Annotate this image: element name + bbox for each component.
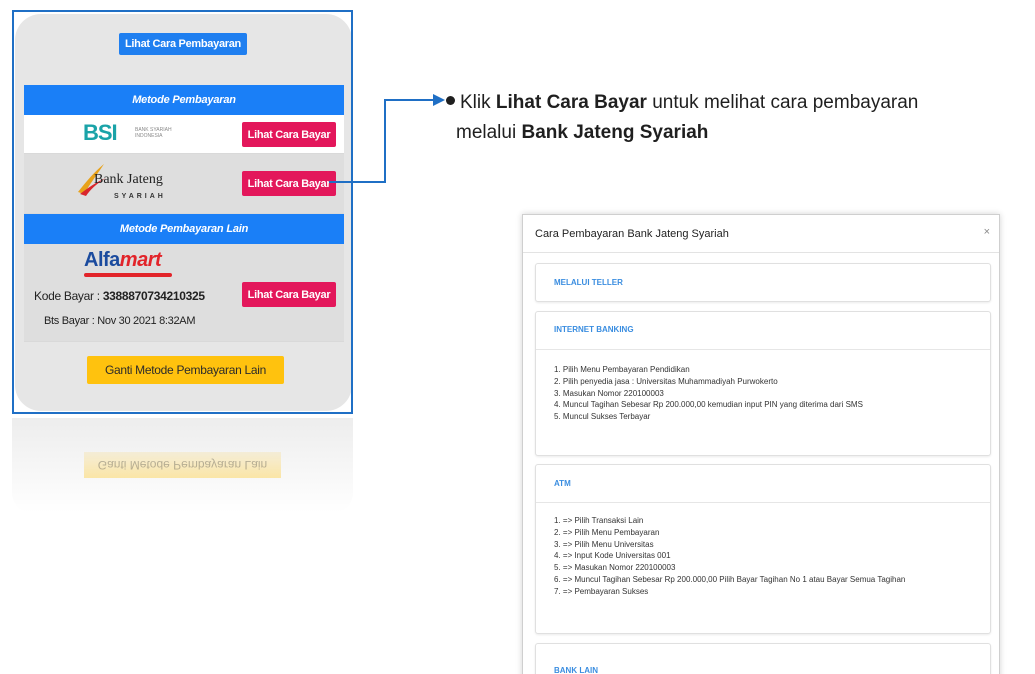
card-bank-lain[interactable]: BANK LAIN [535,643,991,674]
lihat-cara-bayar-jateng-button[interactable]: Lihat Cara Bayar [242,171,336,196]
step-item: 3. Masukan Nomor 220100003 [554,388,664,398]
bsi-logo-subtext: BANK SYARIAH INDONESIA [135,127,172,139]
step-item: 1. => Pilih Transaksi Lain [554,516,644,525]
modal-title: Cara Pembayaran Bank Jateng Syariah [535,228,729,240]
card-divider [536,349,990,350]
bank-jateng-logo: Bank Jateng SYARIAH [78,164,184,206]
alfamart-logo: Alfamart [84,249,184,277]
internet-banking-steps: 1. Pilih Menu Pembayaran Pendidikan 2. P… [554,364,863,423]
bank-jateng-logo-subtext: SYARIAH [114,193,166,200]
step-item: 4. => Input Kode Universitas 001 [554,551,671,561]
card-melalui-teller[interactable]: MELALUI TELLER [535,263,991,302]
payment-row-bsi: BSI BANK SYARIAH INDONESIA Lihat Cara Ba… [24,115,344,154]
payment-panel: Lihat Cara Pembayaran Metode Pembayaran … [15,14,351,411]
alfamart-logo-text: Alfamart [84,249,162,271]
payment-row-alfamart: Alfamart Kode Bayar : 3388870734210325 L… [24,244,344,342]
alfamart-logo-bar [84,273,172,277]
step-item: 2. Pilih penyedia jasa : Universitas Muh… [554,376,778,386]
batas-bayar: Bts Bayar : Nov 30 2021 8:32AM [44,315,196,327]
payment-panel-frame: Lihat Cara Pembayaran Metode Pembayaran … [12,10,353,414]
ganti-metode-button[interactable]: Ganti Metode Pembayaran Lain [87,356,284,384]
kode-bayar: Kode Bayar : 3388870734210325 [34,289,205,303]
connector-line [329,181,385,183]
reflection-button: Ganti Metode Pembayaran Lain [84,452,281,478]
instruction-text: Klik Lihat Cara Bayar untuk melihat cara… [456,92,919,143]
step-item: 5. => Masukan Nomor 220100003 [554,563,676,573]
panel-reflection: Ganti Metode Pembayaran Lain [12,418,353,513]
close-icon[interactable]: × [984,226,990,238]
card-title: MELALUI TELLER [554,278,623,287]
section-metode-pembayaran-lain: Metode Pembayaran Lain [24,214,344,244]
card-atm[interactable]: ATM 1. => Pilih Transaksi Lain 2. => Pil… [535,464,991,634]
lihat-cara-bayar-alfamart-button[interactable]: Lihat Cara Bayar [242,282,336,307]
step-item: 5. Muncul Sukses Terbayar [554,412,651,422]
card-divider [536,502,990,503]
step-item: 7. => Pembayaran Sukses [554,586,649,596]
arrow-head-icon [433,94,445,106]
step-item: 3. => Pilih Menu Universitas [554,539,654,549]
payment-instructions-modal: Cara Pembayaran Bank Jateng Syariah × ME… [522,214,1000,674]
step-item: 2. => Pilih Menu Pembayaran [554,527,660,537]
connector-line [384,99,386,183]
step-item: 6. => Muncul Tagihan Sebesar Rp 200.000,… [554,574,906,584]
lihat-cara-pembayaran-button[interactable]: Lihat Cara Pembayaran [119,33,247,55]
modal-divider [523,252,999,253]
lihat-cara-bayar-bsi-button[interactable]: Lihat Cara Bayar [242,122,336,147]
section-metode-pembayaran: Metode Pembayaran [24,85,344,115]
atm-steps: 1. => Pilih Transaksi Lain 2. => Pilih M… [554,515,905,598]
connector-line [384,99,434,101]
bsi-logo-text: BSI [83,120,118,145]
bullet-icon [446,96,455,105]
bank-jateng-logo-text: Bank Jateng [94,172,163,187]
card-title: BANK LAIN [554,666,598,674]
card-internet-banking[interactable]: INTERNET BANKING 1. Pilih Menu Pembayara… [535,311,991,456]
bsi-logo: BSI BANK SYARIAH INDONESIA [83,120,178,146]
card-title: INTERNET BANKING [554,325,634,334]
step-item: 4. Muncul Tagihan Sebesar Rp 200.000,00 … [554,400,863,410]
card-title: ATM [554,479,571,488]
kode-bayar-value: 3388870734210325 [102,289,205,303]
payment-row-bank-jateng: Bank Jateng SYARIAH Lihat Cara Bayar [24,154,344,214]
step-item: 1. Pilih Menu Pembayaran Pendidikan [554,365,690,374]
